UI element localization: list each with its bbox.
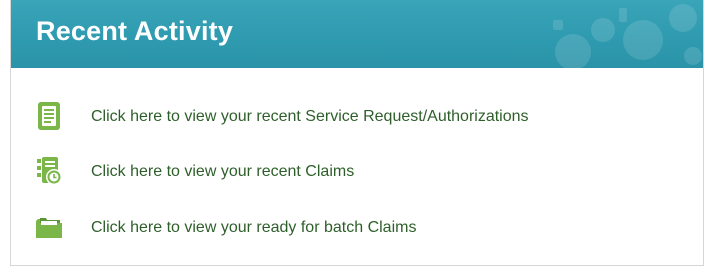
panel-title: Recent Activity [36,16,234,46]
header-decoration-icon [553,4,702,68]
batch-claims-link[interactable]: Click here to view your ready for batch … [11,208,661,248]
batch-claims-label: Click here to view your ready for batch … [91,219,417,236]
recent-activity-panel: Recent Activity Click here to view your … [10,0,704,266]
document-icon [38,102,60,130]
folder-icon [36,218,62,238]
panel-header: Recent Activity [11,0,703,68]
service-request-link[interactable]: Click here to view your recent Service R… [11,97,661,137]
recent-claims-label: Click here to view your recent Claims [91,163,355,180]
claims-clock-icon [37,157,62,185]
service-request-label: Click here to view your recent Service R… [91,108,529,125]
recent-claims-link[interactable]: Click here to view your recent Claims [11,152,661,192]
